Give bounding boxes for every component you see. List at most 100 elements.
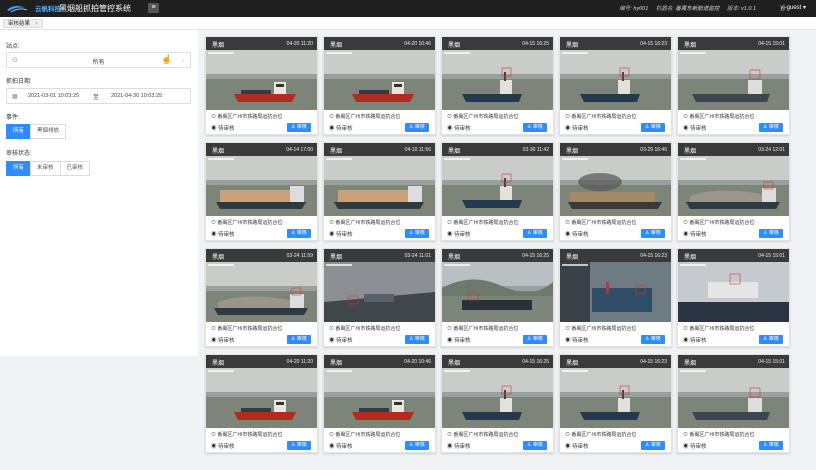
review-button[interactable]: ♙ 审核 (641, 229, 665, 238)
info-value: v1.0.1 (741, 6, 756, 12)
capture-card[interactable]: 黑烟 04-10 11:56 ⊙ 番禺区广州市铁路局运抗合位 ◉ 待审核 ♙ 审核 (323, 142, 436, 241)
capture-card[interactable]: 黑烟 04-20 10:46 ⊙ 番禺区广州市铁路局运抗合位 ◉ 待审核 ♙ 审核 (323, 354, 436, 453)
review-button[interactable]: ♙ 审核 (759, 441, 783, 450)
review-button[interactable]: ♙ 审核 (405, 441, 429, 450)
close-icon[interactable]: × (35, 21, 38, 27)
review-button[interactable]: ♙ 审核 (287, 441, 311, 450)
status-value: 待审核 (572, 232, 589, 238)
capture-image[interactable] (442, 50, 553, 110)
event-tag: 黑烟 (684, 149, 697, 155)
capture-image[interactable] (324, 262, 435, 322)
capture-card[interactable]: 黑烟 04-15 16:25 ⊙ 番禺区广州市铁路局运抗合位 ◉ 待审核 ♙ 审核 (441, 36, 554, 135)
review-button[interactable]: ♙ 审核 (641, 335, 665, 344)
info-label: 编号: (619, 6, 632, 12)
capture-image[interactable] (560, 50, 671, 110)
capture-image[interactable] (324, 156, 435, 216)
location-value: 番禺区广州市铁路局运抗合位 (453, 432, 519, 438)
capture-card[interactable]: 黑烟 04-15 16:23 ⊙ 番禺区广州市铁路局运抗合位 ◉ 待审核 ♙ 审核 (559, 36, 672, 135)
capture-time: 04-15 16:25 (522, 41, 549, 47)
capture-card[interactable]: 黑烟 04-15 16:25 ⊙ 番禺区广州市铁路局运抗合位 ◉ 待审核 ♙ 审核 (441, 354, 554, 453)
capture-image[interactable] (560, 156, 671, 216)
review-button[interactable]: ♙ 审核 (405, 123, 429, 132)
capture-card[interactable]: 黑烟 03-29 16:46 ⊙ 番禺区广州市铁路局运抗合位 ◉ 待审核 ♙ 审核 (559, 142, 672, 241)
review-all-button[interactable]: 所有 (6, 161, 32, 176)
location-value: 番禺区广州市铁路局运抗合位 (571, 114, 637, 120)
event-tag: 黑烟 (684, 361, 697, 367)
capture-card[interactable]: 黑烟 04-15 16:23 ⊙ 番禺区广州市铁路局运抗合位 ◉ 待审核 ♙ 审核 (559, 354, 672, 453)
review-button[interactable]: ♙ 审核 (523, 335, 547, 344)
capture-image[interactable] (324, 50, 435, 110)
review-button[interactable]: ♙ 审核 (405, 229, 429, 238)
capture-card[interactable]: 黑烟 04-20 11:20 ⊙ 番禺区广州市铁路局运抗合位 ◉ 待审核 ♙ 审核 (205, 36, 318, 135)
status-icon: ◉ (683, 338, 689, 344)
date-separator: 至 (93, 95, 100, 101)
review-button[interactable]: ♙ 审核 (287, 229, 311, 238)
system-info: 编号: hy001 机器名: 番禺东新航道监控 版本: v1.0.1 (613, 4, 756, 12)
capture-image[interactable] (324, 368, 435, 428)
capture-image[interactable] (678, 156, 789, 216)
event-black-smoke-button[interactable]: 黑烟排放 (30, 124, 67, 139)
capture-card[interactable]: 黑烟 04-15 16:25 ⊙ 番禺区广州市铁路局运抗合位 ◉ 待审核 ♙ 审核 (441, 248, 554, 347)
capture-image[interactable] (560, 262, 671, 322)
capture-image[interactable] (560, 368, 671, 428)
review-button[interactable]: ♙ 审核 (641, 123, 665, 132)
capture-image[interactable] (678, 368, 789, 428)
review-done-button[interactable]: 已审核 (59, 161, 91, 176)
capture-card[interactable]: 黑烟 04-20 10:46 ⊙ 番禺区广州市铁路局运抗合位 ◉ 待审核 ♙ 审核 (323, 36, 436, 135)
capture-image[interactable] (206, 156, 317, 216)
capture-card[interactable]: 黑烟 04-14 17:00 ⊙ 番禺区广州市铁路局运抗合位 ◉ 待审核 ♙ 审核 (205, 142, 318, 241)
event-tag: 黑烟 (330, 361, 343, 367)
review-button[interactable]: ♙ 审核 (641, 441, 665, 450)
capture-card[interactable]: 黑烟 04-15 15:01 ⊙ 番禺区广州市铁路局运抗合位 ◉ 待审核 ♙ 审核 (677, 354, 790, 453)
capture-image[interactable] (442, 262, 553, 322)
review-button[interactable]: ♙ 审核 (287, 335, 311, 344)
review-button-label: 审核 (414, 442, 425, 448)
capture-card[interactable]: 黑烟 03-24 11:59 ⊙ 番禺区广州市铁路局运抗合位 ◉ 待审核 ♙ 审核 (205, 248, 318, 347)
capture-image[interactable] (442, 156, 553, 216)
menu-icon[interactable]: ≡ (148, 3, 159, 13)
user-menu[interactable]: yj-guest ▾ (780, 4, 806, 11)
event-tag: 黑烟 (448, 149, 461, 155)
review-button-label: 审核 (650, 336, 661, 342)
capture-card[interactable]: 黑烟 03-24 12:01 ⊙ 番禺区广州市铁路局运抗合位 ◉ 待审核 ♙ 审核 (677, 142, 790, 241)
review-pending-button[interactable]: 未审核 (30, 161, 61, 176)
capture-card[interactable]: 黑烟 04-15 15:01 ⊙ 番禺区广州市铁路局运抗合位 ◉ 待审核 ♙ 审核 (677, 36, 790, 135)
review-button[interactable]: ♙ 审核 (759, 335, 783, 344)
capture-card[interactable]: 黑烟 03-24 11:01 ⊙ 番禺区广州市铁路局运抗合位 ◉ 待审核 ♙ 审核 (323, 248, 436, 347)
review-button[interactable]: ♙ 审核 (523, 229, 547, 238)
site-select[interactable]: ⊙ 所有 ☝ ⌄ (6, 52, 191, 68)
tab-review-results[interactable]: 审核结果 × (3, 19, 44, 28)
review-button-label: 审核 (296, 124, 307, 130)
capture-card[interactable]: 黑烟 03-30 11:42 ⊙ 番禺区广州市铁路局运抗合位 ◉ 待审核 ♙ 审核 (441, 142, 554, 241)
review-button[interactable]: ♙ 审核 (287, 123, 311, 132)
capture-card[interactable]: 黑烟 04-15 16:23 ⊙ 番禺区广州市铁路局运抗合位 ◉ 待审核 ♙ 审核 (559, 248, 672, 347)
review-button-label: 审核 (768, 336, 779, 342)
review-button[interactable]: ♙ 审核 (759, 123, 783, 132)
capture-image[interactable] (678, 262, 789, 322)
review-button[interactable]: ♙ 审核 (405, 335, 429, 344)
top-bar: 云帆科技 黑烟船抓拍管控系统 ≡ 编号: hy001 机器名: 番禺东新航道监控… (0, 0, 816, 17)
capture-image[interactable] (442, 368, 553, 428)
status-value: 待审核 (336, 338, 353, 344)
capture-image[interactable] (206, 368, 317, 428)
capture-card[interactable]: 黑烟 04-15 15:01 ⊙ 番禺区广州市铁路局运抗合位 ◉ 待审核 ♙ 审核 (677, 248, 790, 347)
user-icon: ♙ (763, 230, 768, 236)
status-icon: ◉ (447, 444, 453, 450)
capture-image[interactable] (678, 50, 789, 110)
event-tag: 黑烟 (212, 149, 225, 155)
status-value: 待审核 (454, 338, 471, 344)
capture-image[interactable] (206, 50, 317, 110)
event-all-button[interactable]: 所有 (6, 124, 32, 139)
brand-name: 云帆科技 (35, 6, 61, 13)
review-button[interactable]: ♙ 审核 (523, 123, 547, 132)
capture-time: 04-20 10:46 (404, 41, 431, 47)
capture-card[interactable]: 黑烟 04-20 11:20 ⊙ 番禺区广州市铁路局运抗合位 ◉ 待审核 ♙ 审核 (205, 354, 318, 453)
date-range-picker[interactable]: ▦ 2021-03-01 10:03:25 至 2021-04-30 10:03… (6, 88, 191, 104)
date-end[interactable]: 2021-04-30 10:03:25 (111, 93, 162, 99)
status-value: 待审核 (218, 126, 235, 132)
date-start[interactable]: 2021-03-01 10:03:25 (28, 93, 79, 99)
capture-image[interactable] (206, 262, 317, 322)
review-button[interactable]: ♙ 审核 (759, 229, 783, 238)
location-value: 番禺区广州市铁路局运抗合位 (335, 114, 401, 120)
review-button[interactable]: ♙ 审核 (523, 441, 547, 450)
